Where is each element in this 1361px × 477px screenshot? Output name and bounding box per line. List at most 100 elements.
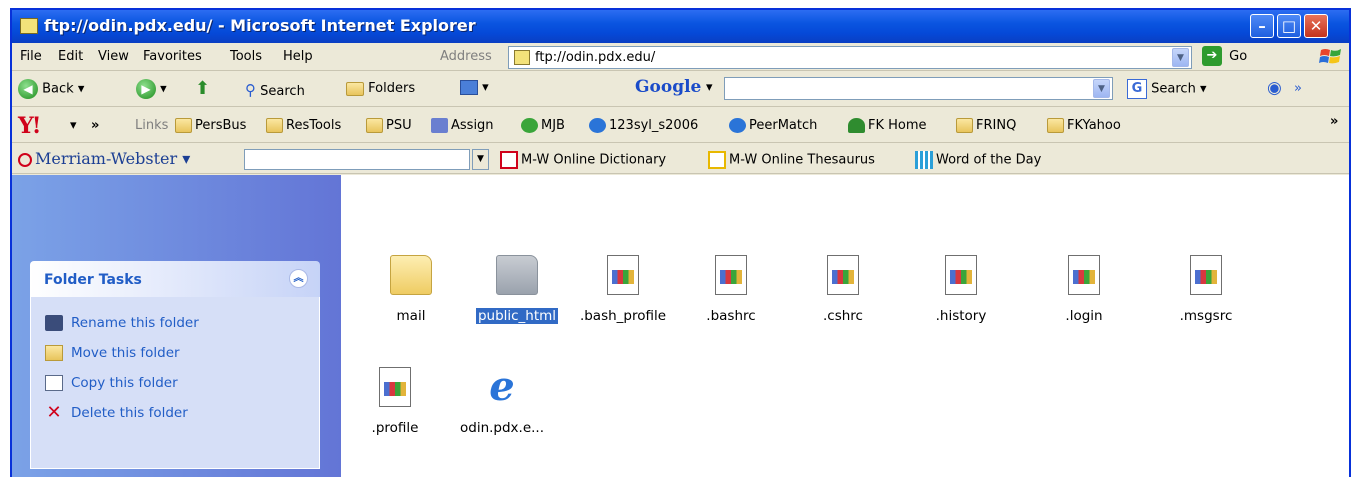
title-bar[interactable]: ftp://odin.pdx.edu/ - Microsoft Internet… [12,10,1349,43]
address-dropdown-icon[interactable]: ▼ [1172,48,1189,67]
link-label: 123syl_s2006 [609,118,699,133]
document-icon [715,255,747,295]
folder-icon [390,255,432,295]
mw-dropdown-icon[interactable]: ▼ [472,149,489,170]
file-item-msgsrc[interactable]: .msgsrc [1156,255,1256,324]
forward-button[interactable]: ▶ ▾ [136,79,167,99]
file-item-cshrc[interactable]: .cshrc [793,255,893,324]
task-label: Copy this folder [71,375,178,391]
menu-help[interactable]: Help [283,49,313,64]
link-label: FKYahoo [1067,118,1121,133]
links-bar: Y! ▾ » Links PersBus ResTools PSU Assign… [12,108,1349,143]
google-dropdown-icon[interactable]: ▼ [1093,79,1110,98]
mw-word-of-day-button[interactable]: Word of the Day [915,151,1041,169]
ie-icon [589,118,606,133]
collapse-chevron-icon[interactable]: ︽ [289,269,308,288]
link-label: MJB [541,118,565,133]
file-label: .msgsrc [1179,308,1233,324]
file-label: .profile [371,420,419,436]
google-search-button[interactable]: G Search ▾ [1127,79,1206,99]
go-button[interactable]: ➔ Go [1202,46,1247,68]
yahoo-menu-icon[interactable]: ▾ [70,118,77,133]
file-item-profile[interactable]: .profile [345,367,445,436]
link-restools[interactable]: ResTools [266,118,341,133]
document-icon [945,255,977,295]
folder-icon [496,255,538,295]
google-more-chevron[interactable]: » [1294,81,1302,96]
document-icon [607,255,639,295]
mw-thesaurus-button[interactable]: M-W Online Thesaurus [708,151,875,169]
menu-edit[interactable]: Edit [58,49,83,64]
task-label: Delete this folder [71,405,188,421]
address-value: ftp://odin.pdx.edu/ [535,50,656,65]
link-label: PersBus [195,118,247,133]
file-label: .cshrc [823,308,863,324]
link-fkyahoo[interactable]: FKYahoo [1047,118,1121,133]
move-icon [45,345,63,361]
link-fk-home[interactable]: FK Home [848,118,927,133]
copy-icon [45,375,63,391]
google-search-input[interactable]: ▼ [724,77,1113,100]
address-label: Address [440,49,492,64]
file-item-odin-shortcut[interactable]: e odin.pdx.e... [452,363,552,437]
task-label: Rename this folder [71,315,199,331]
back-button[interactable]: ◀ Back ▾ [18,79,84,99]
folder-tasks-list: Rename this folder Move this folder Copy… [30,297,320,469]
menu-tools[interactable]: Tools [230,49,262,64]
globe-icon[interactable]: ◉ [1267,78,1282,98]
merriam-webster-logo[interactable]: Merriam-Webster ▾ [18,149,190,168]
file-item-bash-profile[interactable]: .bash_profile [573,255,673,324]
menu-view[interactable]: View [98,49,129,64]
folder-icon [1047,118,1064,133]
rename-folder-link[interactable]: Rename this folder [45,315,199,331]
yahoo-logo[interactable]: Y! [18,113,41,139]
google-logo: Google [635,77,702,97]
link-mjb[interactable]: MJB [521,118,565,133]
search-button[interactable]: ⚲ Search [245,81,305,99]
back-arrow-icon: ◀ [18,79,38,99]
delete-folder-link[interactable]: ✕ Delete this folder [45,404,188,422]
folders-button[interactable]: Folders [346,81,415,96]
maximize-button[interactable]: □ [1277,14,1301,38]
link-123syl[interactable]: 123syl_s2006 [589,118,698,133]
file-item-login[interactable]: .login [1034,255,1134,324]
link-frinq[interactable]: FRINQ [956,118,1016,133]
mw-search-input[interactable] [244,149,470,170]
address-field[interactable]: ftp://odin.pdx.edu/ ▼ [508,46,1192,69]
minimize-button[interactable]: – [1250,14,1274,38]
up-folder-icon[interactable]: ⬆ [195,78,210,99]
go-label: Go [1229,48,1248,64]
folder-icon [956,118,973,133]
task-label: Move this folder [71,345,180,361]
menu-favorites[interactable]: Favorites [143,49,202,64]
file-item-bashrc[interactable]: .bashrc [681,255,781,324]
views-button[interactable]: ▾ [460,80,489,95]
file-item-mail[interactable]: mail [361,255,461,324]
folder-icon [175,118,192,133]
back-label: Back [42,81,74,97]
copy-folder-link[interactable]: Copy this folder [45,375,178,391]
menu-file[interactable]: File [20,49,42,64]
link-persbus[interactable]: PersBus [175,118,246,133]
mw-dictionary-button[interactable]: M-W Online Dictionary [500,151,666,169]
links-more-chevron[interactable]: » [1330,114,1338,129]
mw-ring-icon [18,152,32,167]
folders-icon [346,81,364,96]
link-psu[interactable]: PSU [366,118,412,133]
file-item-history[interactable]: .history [911,255,1011,324]
close-button[interactable]: ✕ [1304,14,1328,38]
google-menu-icon[interactable]: ▾ [706,80,713,95]
move-folder-link[interactable]: Move this folder [45,345,180,361]
file-item-public-html[interactable]: public_html [467,255,567,325]
link-peermatch[interactable]: PeerMatch [729,118,817,133]
content-area: Folder Tasks ︽ Rename this folder Move t… [12,175,1349,477]
merriam-webster-toolbar: Merriam-Webster ▾ ▼ M-W Online Dictionar… [12,144,1349,174]
ftp-page-icon [514,50,530,65]
mw-item-label: M-W Online Thesaurus [729,152,875,168]
links-label: Links [135,118,169,133]
folder-tasks-header[interactable]: Folder Tasks ︽ [30,261,320,297]
link-assign[interactable]: Assign [431,118,494,133]
yahoo-more-chevron[interactable]: » [91,118,99,133]
ie-icon: e [489,363,515,410]
menu-bar: File Edit View Favorites Tools Help Addr… [12,43,1349,71]
